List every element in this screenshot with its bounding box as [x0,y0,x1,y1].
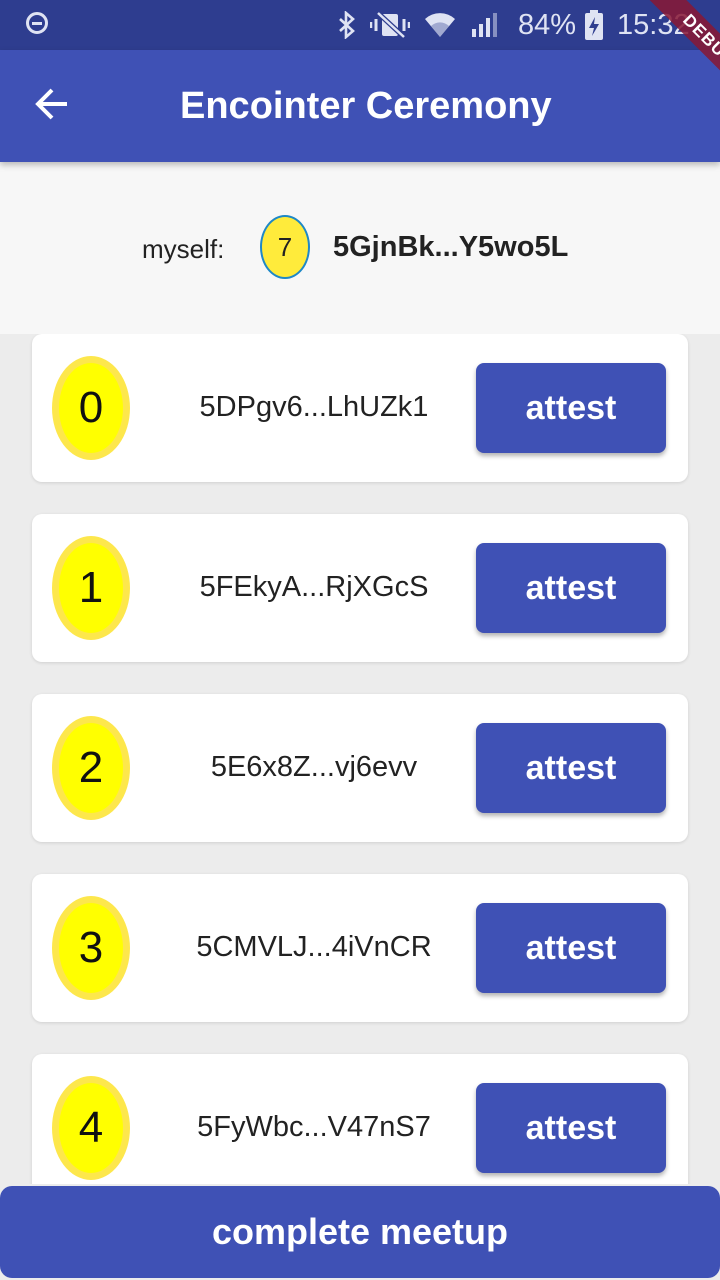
attest-button[interactable]: attest [476,723,666,813]
back-button[interactable] [22,76,82,136]
status-icons [338,8,500,42]
participant-index-badge: 4 [52,1076,130,1180]
participant-card: 0 5DPgv6...LhUZk1 attest [32,334,688,482]
battery-percent: 84% [518,9,577,41]
wifi-icon [424,11,456,39]
participant-address: 5FyWbc...V47nS7 [197,1111,431,1143]
participant-index-badge: 0 [52,356,130,460]
participant-address: 5DPgv6...LhUZk1 [199,391,429,423]
myself-label: myself: [142,234,225,264]
bluetooth-icon [338,11,356,39]
complete-meetup-button[interactable]: complete meetup [0,1186,720,1278]
participant-address: 5FEkyA...RjXGcS [199,571,429,603]
participant-card: 2 5E6x8Z...vj6evv attest [32,694,688,842]
participant-card: 4 5FyWbc...V47nS7 attest [32,1054,688,1184]
battery-charging-icon [584,10,604,40]
attest-button[interactable]: attest [476,1083,666,1173]
participant-card: 3 5CMVLJ...4iVnCR attest [32,874,688,1022]
participant-card: 1 5FEkyA...RjXGcS attest [32,514,688,662]
attest-button[interactable]: attest [476,543,666,633]
do-not-disturb-icon [26,12,48,34]
participant-index-badge: 3 [52,896,130,1000]
myself-section: myself: 7 5GjnBk...Y5wo5L [0,162,720,334]
participant-index-badge: 2 [52,716,130,820]
participant-list[interactable]: 0 5DPgv6...LhUZk1 attest 1 5FEkyA...RjXG… [0,334,720,1184]
app-bar: Encointer Ceremony [0,50,720,162]
signal-icon [470,11,500,39]
myself-address: 5GjnBk...Y5wo5L [333,231,569,263]
attest-button[interactable]: attest [476,363,666,453]
attest-button[interactable]: attest [476,903,666,993]
vibrate-icon [370,11,410,39]
participant-index-badge: 1 [52,536,130,640]
arrow-back-icon [34,86,70,127]
participant-address: 5CMVLJ...4iVnCR [196,931,432,963]
page-title: Encointer Ceremony [180,85,552,127]
status-bar: 84% 15:32 [0,0,720,50]
myself-index-badge: 7 [260,215,310,279]
participant-address: 5E6x8Z...vj6evv [210,751,418,783]
status-time: 15:32 [617,9,690,41]
